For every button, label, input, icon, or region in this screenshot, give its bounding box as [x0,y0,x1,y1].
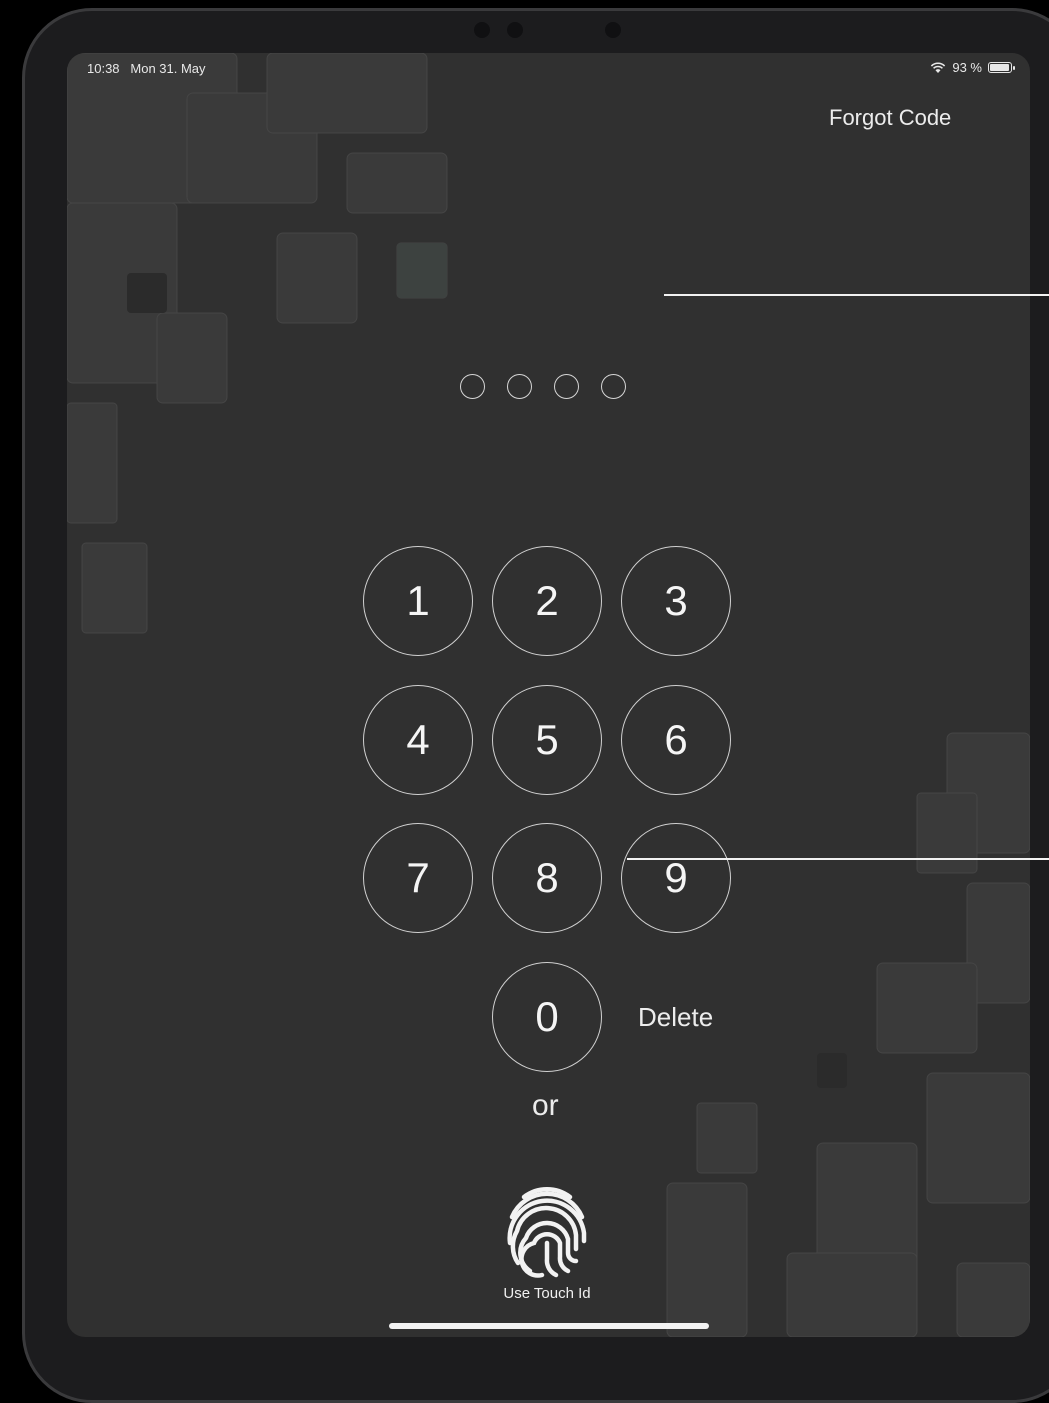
key-0-button[interactable]: 0 [492,961,602,1072]
key-7-button[interactable]: 7 [363,823,473,933]
key-2-button[interactable]: 2 [492,546,602,656]
battery-percent: 93 % [952,60,982,75]
status-time-date: 10:38 Mon 31. May [87,61,206,76]
home-indicator[interactable] [389,1323,709,1329]
key-6-button[interactable]: 6 [621,684,731,795]
annotation-line [627,858,1049,860]
or-label: or [532,1089,559,1122]
passcode-dot [601,374,626,399]
passcode-dot [554,374,579,399]
key-9-button[interactable]: 9 [621,823,731,933]
wifi-icon [931,61,946,73]
key-5-button[interactable]: 5 [492,684,602,795]
passcode-dot [460,374,485,399]
passcode-dots [460,374,626,399]
touch-id-label: Use Touch Id [503,1285,591,1302]
key-3-button[interactable]: 3 [621,546,731,656]
camera-sensor [474,22,490,38]
battery-fill [990,64,1009,71]
annotation-line [664,294,1049,296]
lock-screen: 10:38 Mon 31. May 93 % Forgot Code 123 45… [67,53,1030,1337]
forgot-code-button[interactable]: Forgot Code [829,105,951,131]
passcode-dot [507,374,532,399]
key-8-button[interactable]: 8 [492,823,602,933]
key-4-button[interactable]: 4 [363,684,473,795]
key-1-button[interactable]: 1 [363,546,473,656]
delete-button[interactable]: Delete [638,1002,713,1033]
touch-id-button[interactable]: Use Touch Id [487,1183,607,1302]
camera-lens [507,22,523,38]
battery-icon [988,62,1015,73]
status-time: 10:38 [87,61,120,76]
fingerprint-icon [507,1187,587,1278]
status-date: Mon 31. May [130,61,206,76]
camera-sensor-2 [605,22,621,38]
status-indicators: 93 % [930,60,1015,75]
